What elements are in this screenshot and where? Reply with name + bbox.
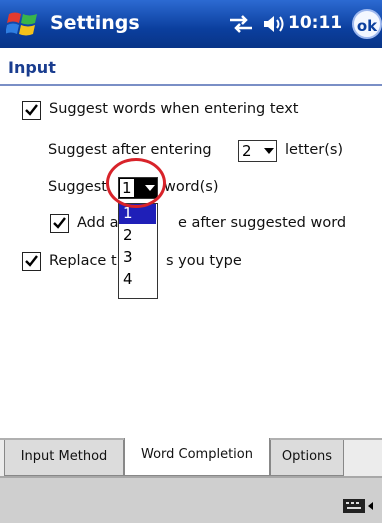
tab-options[interactable]: Options <box>270 440 344 476</box>
tab-input-method[interactable]: Input Method <box>4 440 124 476</box>
menu-bar <box>0 476 382 523</box>
checkmark-icon <box>25 255 38 267</box>
suggest-suffix: word(s) <box>164 179 219 195</box>
checkmark-icon <box>25 104 38 116</box>
highlight-circle <box>106 158 166 208</box>
suggest-count-listbox[interactable]: 1 2 3 4 <box>118 203 158 299</box>
windows-start-icon[interactable] <box>6 8 40 40</box>
keyboard-icon[interactable] <box>342 498 366 514</box>
suggest-after-suffix: letter(s) <box>285 142 344 158</box>
page-title: Input <box>8 58 56 77</box>
suggest-after-dropdown[interactable]: 2 <box>238 140 277 162</box>
add-space-label-end: e after suggested word <box>178 215 347 231</box>
suggest-label: Suggest <box>48 179 107 195</box>
replace-label-end: s you type <box>166 253 242 269</box>
replace-checkbox[interactable] <box>22 252 41 271</box>
add-space-checkbox[interactable] <box>50 214 69 233</box>
replace-label-start: Replace t <box>49 253 117 269</box>
chevron-left-icon[interactable] <box>368 502 373 510</box>
title-bar: Settings 10:11 ok <box>0 0 382 48</box>
suggest-after-value: 2 <box>242 142 252 160</box>
page-header: Input <box>0 48 382 86</box>
checkmark-icon <box>53 217 66 229</box>
listbox-option[interactable]: 2 <box>119 226 156 246</box>
suggest-after-label: Suggest after entering <box>48 142 212 158</box>
suggest-words-label: Suggest words when entering text <box>49 101 299 117</box>
clock-time[interactable]: 10:11 <box>288 13 342 33</box>
listbox-option[interactable]: 3 <box>119 248 156 268</box>
suggest-words-checkbox[interactable] <box>22 101 41 120</box>
connectivity-icon[interactable] <box>228 14 254 34</box>
tab-word-completion[interactable]: Word Completion <box>124 438 270 476</box>
listbox-option[interactable]: 4 <box>119 270 156 290</box>
ok-button[interactable]: ok <box>352 9 382 39</box>
window-title: Settings <box>50 12 140 34</box>
chevron-down-icon <box>264 148 274 154</box>
tab-strip: Input Method Word Completion Options <box>0 438 382 478</box>
add-space-label-start: Add a <box>77 215 119 231</box>
volume-icon[interactable] <box>262 13 286 35</box>
